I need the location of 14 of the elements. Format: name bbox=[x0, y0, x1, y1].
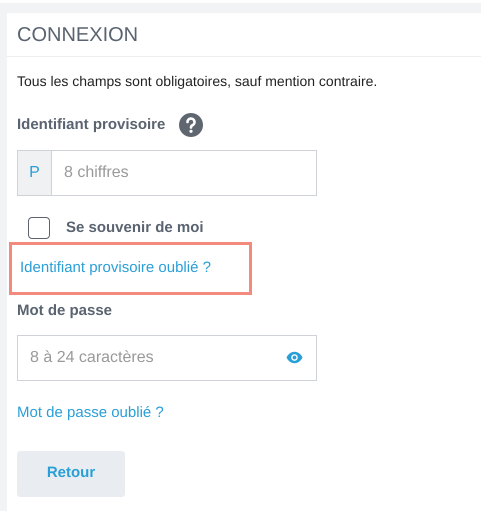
help-icon[interactable] bbox=[179, 113, 204, 137]
forgot-id-link[interactable]: Identifiant provisoire oublié ? bbox=[20, 256, 211, 280]
eye-icon[interactable] bbox=[286, 351, 303, 364]
password-input-field[interactable]: 8 à 24 caractères bbox=[17, 335, 317, 381]
checkbox-label[interactable]: Se souvenir de moi bbox=[66, 217, 204, 240]
input-prefix: P bbox=[17, 150, 52, 196]
back-button[interactable]: Retour bbox=[17, 450, 125, 496]
field-label: Identifiant provisoire bbox=[17, 114, 166, 135]
required-fields-note: Tous les champs sont obligatoires, sauf mention contraire. bbox=[17, 72, 378, 91]
checkbox[interactable] bbox=[28, 217, 50, 240]
forgot-password-link[interactable]: Mot de passe oublié ? bbox=[17, 402, 164, 424]
id-input-field[interactable]: 8 chiffres bbox=[52, 150, 317, 196]
field-label: Mot de passe bbox=[17, 300, 114, 320]
section-title: CONNEXION bbox=[17, 22, 138, 48]
